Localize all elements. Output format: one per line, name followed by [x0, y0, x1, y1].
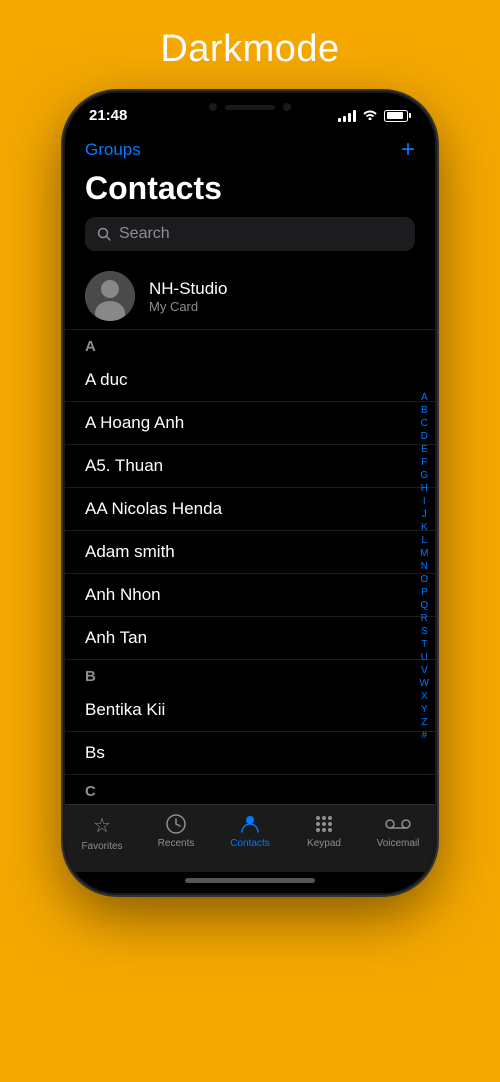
- alpha-P[interactable]: P: [419, 587, 430, 599]
- alpha-K[interactable]: K: [419, 522, 430, 534]
- alpha-J[interactable]: J: [420, 509, 429, 521]
- alpha-B[interactable]: B: [419, 405, 430, 417]
- search-bar[interactable]: Search: [85, 217, 415, 251]
- alpha-D[interactable]: D: [419, 431, 430, 443]
- alpha-M[interactable]: M: [418, 548, 430, 560]
- tab-recents[interactable]: Recents: [139, 813, 213, 852]
- alpha-E[interactable]: E: [419, 444, 430, 456]
- alpha-R[interactable]: R: [419, 613, 430, 625]
- alpha-Q[interactable]: Q: [418, 600, 430, 612]
- phone-screen: 21:48 Groups +: [65, 93, 435, 893]
- alpha-U[interactable]: U: [419, 652, 430, 664]
- home-indicator: [65, 872, 435, 893]
- tab-contacts[interactable]: Contacts: [213, 813, 287, 852]
- alpha-G[interactable]: G: [418, 470, 430, 482]
- alpha-V[interactable]: V: [419, 665, 430, 677]
- status-time: 21:48: [89, 107, 127, 124]
- alpha-O[interactable]: O: [418, 574, 430, 586]
- alpha-X[interactable]: X: [419, 691, 430, 703]
- contact-item[interactable]: A5. Thuan: [65, 445, 435, 488]
- add-contact-button[interactable]: +: [401, 138, 415, 162]
- alpha-S[interactable]: S: [419, 626, 430, 638]
- alpha-F[interactable]: F: [419, 457, 429, 469]
- contact-item[interactable]: Anh Tan: [65, 617, 435, 660]
- favorites-label: Favorites: [81, 841, 122, 852]
- tab-favorites[interactable]: ☆ Favorites: [65, 813, 139, 852]
- tab-keypad[interactable]: Keypad: [287, 813, 361, 852]
- favorites-icon: ☆: [93, 813, 111, 838]
- alpha-I[interactable]: I: [421, 496, 428, 508]
- page-title: Darkmode: [160, 28, 339, 71]
- groups-button[interactable]: Groups: [85, 140, 141, 160]
- alpha-index[interactable]: A B C D E F G H I J K L M N O P Q: [418, 330, 431, 804]
- my-card-info: NH-Studio My Card: [149, 279, 227, 314]
- tab-voicemail[interactable]: Voicemail: [361, 813, 435, 852]
- contact-item[interactable]: A Hoang Anh: [65, 402, 435, 445]
- tab-bar: ☆ Favorites Recents Contacts: [65, 804, 435, 872]
- contact-item[interactable]: Adam smith: [65, 531, 435, 574]
- contact-item[interactable]: Bs: [65, 732, 435, 775]
- notch-dot-1: [209, 103, 217, 111]
- contact-item[interactable]: Anh Nhon: [65, 574, 435, 617]
- section-header-b: B: [65, 660, 435, 689]
- my-card-subtitle: My Card: [149, 299, 227, 314]
- status-bar: 21:48: [65, 93, 435, 130]
- alpha-A[interactable]: A: [419, 392, 430, 404]
- search-placeholder: Search: [119, 225, 170, 243]
- wifi-icon: [362, 108, 378, 123]
- recents-label: Recents: [158, 838, 195, 849]
- alpha-C[interactable]: C: [419, 418, 430, 430]
- contacts-label: Contacts: [230, 838, 269, 849]
- nav-bar: Groups +: [65, 130, 435, 166]
- contacts-list: A A duc A Hoang Anh A5. Thuan AA Nicolas…: [65, 330, 435, 804]
- signal-bars: [338, 110, 356, 122]
- battery-icon: [384, 110, 411, 122]
- notch: [185, 93, 315, 121]
- alpha-Z[interactable]: Z: [419, 717, 429, 729]
- alpha-N[interactable]: N: [419, 561, 430, 573]
- phone-frame: 21:48 Groups +: [65, 93, 435, 893]
- alpha-hash[interactable]: #: [419, 730, 429, 742]
- status-icons: [338, 108, 411, 123]
- alpha-H[interactable]: H: [419, 483, 430, 495]
- contacts-icon: [239, 813, 261, 835]
- notch-dot-2: [283, 103, 291, 111]
- home-bar: [185, 878, 315, 883]
- section-header-c: C: [65, 775, 435, 804]
- alpha-L[interactable]: L: [419, 535, 429, 547]
- keypad-label: Keypad: [307, 838, 341, 849]
- alpha-W[interactable]: W: [418, 678, 431, 690]
- my-card[interactable]: NH-Studio My Card: [65, 263, 435, 330]
- search-icon: [97, 227, 111, 241]
- my-card-name: NH-Studio: [149, 279, 227, 299]
- section-header-a: A: [65, 330, 435, 359]
- alpha-Y[interactable]: Y: [419, 704, 430, 716]
- recents-icon: [165, 813, 187, 835]
- avatar: [85, 271, 135, 321]
- contact-item[interactable]: Bentika Kii: [65, 689, 435, 732]
- alpha-T[interactable]: T: [419, 639, 429, 651]
- voicemail-label: Voicemail: [377, 838, 420, 849]
- keypad-icon: [313, 813, 335, 835]
- contact-item[interactable]: A duc: [65, 359, 435, 402]
- notch-speaker: [225, 105, 275, 110]
- app-content: Groups + Contacts Search: [65, 130, 435, 804]
- contact-item[interactable]: AA Nicolas Henda: [65, 488, 435, 531]
- voicemail-icon: [385, 813, 411, 835]
- contacts-title: Contacts: [65, 166, 435, 217]
